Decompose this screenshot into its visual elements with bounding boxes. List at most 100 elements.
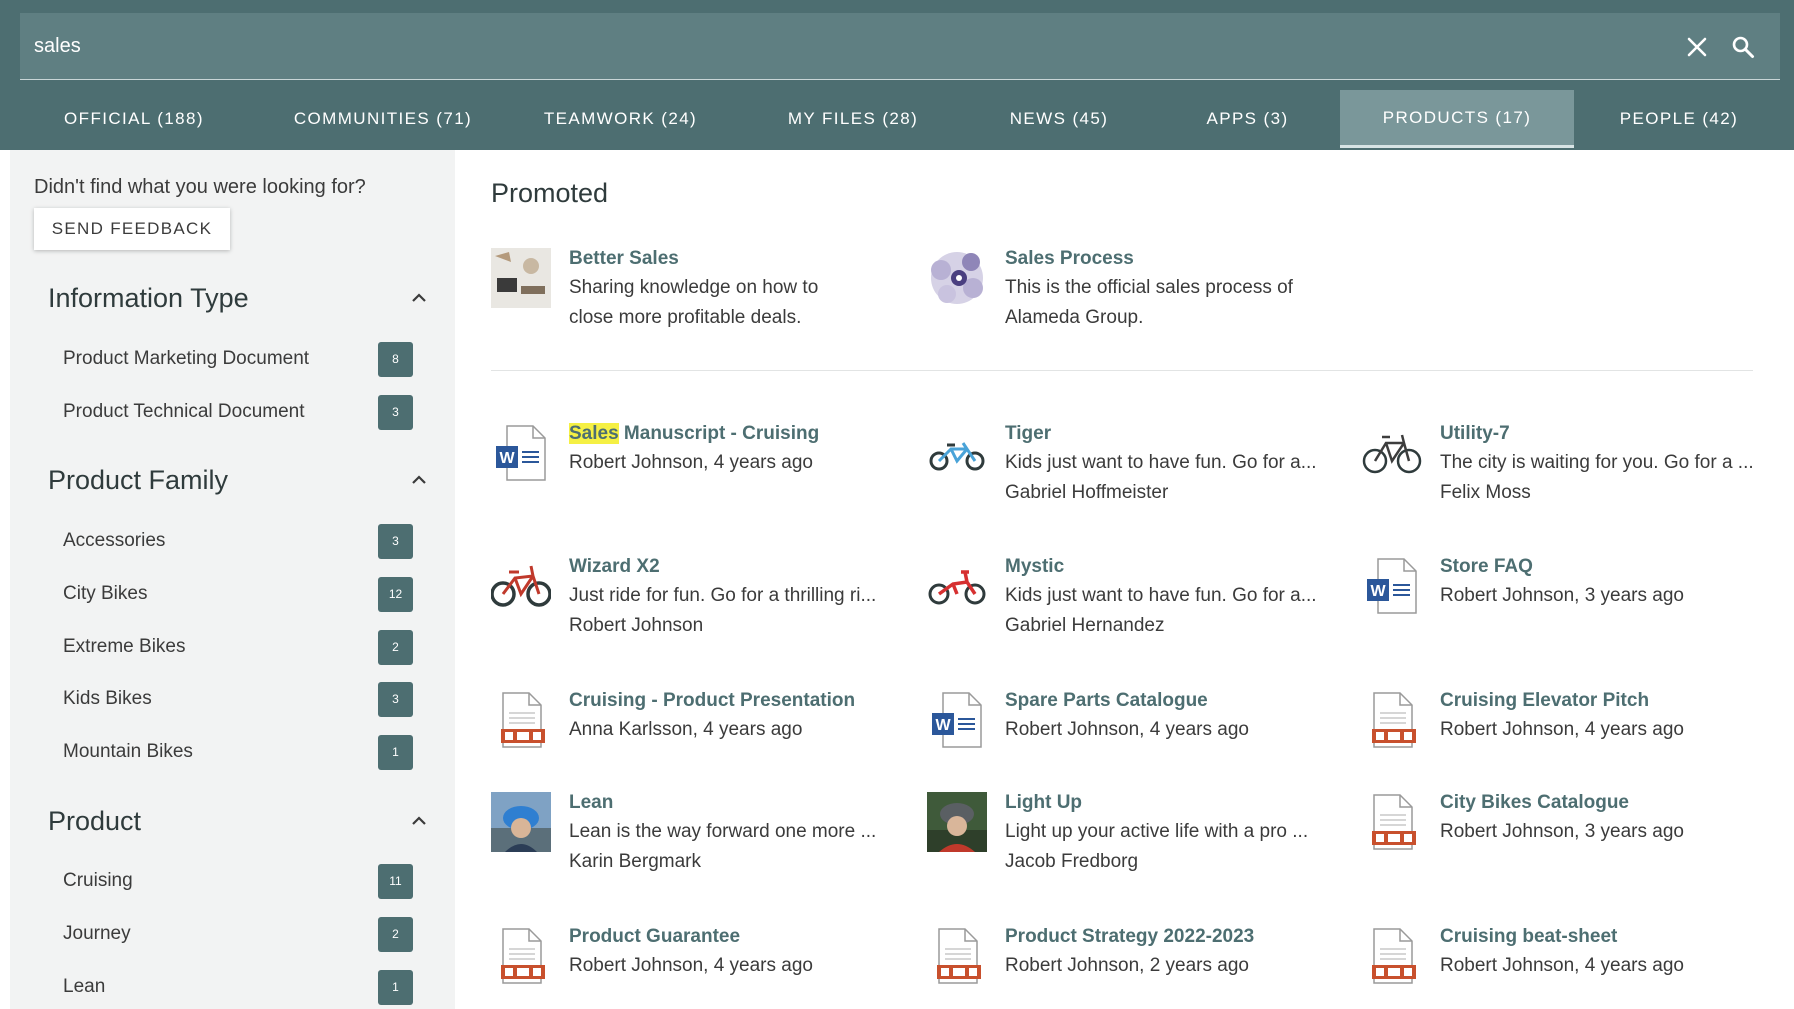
- svg-text:W: W: [499, 450, 515, 467]
- facet-header-product[interactable]: Product: [48, 801, 428, 841]
- result-description: close more profitable deals.: [569, 307, 802, 328]
- word-document-icon: W: [1362, 556, 1422, 616]
- result-description: This is the official sales process of: [1005, 277, 1293, 298]
- result-item[interactable]: Tiger Kids just want to have fun. Go for…: [927, 423, 1337, 513]
- facet-header-product-family[interactable]: Product Family: [48, 460, 428, 500]
- facet-item-mountain-bikes[interactable]: Mountain Bikes 1: [63, 733, 413, 771]
- count-badge: 12: [378, 576, 413, 612]
- promoted-result[interactable]: Better Sales Sharing knowledge on how to…: [491, 248, 901, 338]
- result-title[interactable]: Product Guarantee: [569, 926, 740, 948]
- result-title[interactable]: Cruising - Product Presentation: [569, 690, 855, 712]
- word-document-icon: W: [927, 690, 987, 750]
- chevron-up-icon: [410, 812, 428, 830]
- count-badge: 2: [378, 629, 413, 665]
- presentation-document-icon: [491, 690, 551, 750]
- result-item[interactable]: Cruising - Product Presentation Anna Kar…: [491, 690, 901, 780]
- result-item[interactable]: Wizard X2 Just ride for fun. Go for a th…: [491, 556, 901, 646]
- result-title[interactable]: Utility-7: [1440, 423, 1510, 445]
- facet-item-cruising[interactable]: Cruising 11: [63, 862, 413, 900]
- facet-item-kids-bikes[interactable]: Kids Bikes 3: [63, 680, 413, 718]
- facet-item-label: Lean: [63, 976, 106, 997]
- facet-item-label: City Bikes: [63, 583, 148, 604]
- result-title[interactable]: Mystic: [1005, 556, 1064, 578]
- result-title[interactable]: Product Strategy 2022-2023: [1005, 926, 1254, 948]
- clear-search-button[interactable]: [1682, 30, 1712, 64]
- result-item[interactable]: Product Guarantee Robert Johnson, 4 year…: [491, 926, 901, 1009]
- facet-item-label: Kids Bikes: [63, 688, 152, 709]
- tab-people[interactable]: PEOPLE (42): [1574, 90, 1784, 148]
- promoted-heading: Promoted: [491, 178, 609, 208]
- tab-apps[interactable]: APPS (3): [1155, 90, 1340, 148]
- result-description: Light up your active life with a pro ...: [1005, 821, 1309, 842]
- result-item[interactable]: Cruising Elevator Pitch Robert Johnson, …: [1362, 690, 1772, 780]
- search-bar: [20, 13, 1780, 80]
- result-title[interactable]: Cruising Elevator Pitch: [1440, 690, 1649, 712]
- count-badge: 1: [378, 734, 413, 770]
- result-item[interactable]: Cruising beat-sheet Robert Johnson, 4 ye…: [1362, 926, 1772, 1009]
- result-meta: Robert Johnson, 3 years ago: [1440, 585, 1684, 606]
- send-feedback-button[interactable]: SEND FEEDBACK: [34, 208, 230, 250]
- facet-item-extreme-bikes[interactable]: Extreme Bikes 2: [63, 628, 413, 666]
- result-description: Sharing knowledge on how to: [569, 277, 819, 298]
- result-title[interactable]: Light Up: [1005, 792, 1082, 814]
- svg-text:W: W: [935, 717, 951, 734]
- result-meta: Robert Johnson, 2 years ago: [1005, 955, 1249, 976]
- facet-item-product-marketing-document[interactable]: Product Marketing Document 8: [63, 340, 413, 378]
- result-title[interactable]: Tiger: [1005, 423, 1051, 445]
- result-description: Kids just want to have fun. Go for a...: [1005, 585, 1317, 606]
- tab-news[interactable]: NEWS (45): [963, 90, 1155, 148]
- result-item[interactable]: W Spare Parts Catalogue Robert Johnson, …: [927, 690, 1337, 780]
- facet-item-label: Journey: [63, 923, 131, 944]
- presentation-document-icon: [1362, 792, 1422, 852]
- result-item[interactable]: W Store FAQ Robert Johnson, 3 years ago: [1362, 556, 1772, 646]
- search-input[interactable]: [34, 13, 1634, 80]
- result-description: Alameda Group.: [1005, 307, 1144, 328]
- facet-item-label: Extreme Bikes: [63, 636, 186, 657]
- result-title[interactable]: Lean: [569, 792, 613, 814]
- tab-official[interactable]: OFFICIAL (188): [0, 90, 268, 148]
- facet-item-label: Product Technical Document: [63, 401, 305, 422]
- result-title[interactable]: Sales Manuscript - Cruising: [569, 423, 819, 445]
- result-meta: Robert Johnson, 4 years ago: [1440, 719, 1684, 740]
- facet-header-information-type[interactable]: Information Type: [48, 278, 428, 318]
- result-title-text: Manuscript - Cruising: [618, 423, 820, 444]
- result-title[interactable]: Sales Process: [1005, 248, 1134, 270]
- result-meta: Robert Johnson, 3 years ago: [1440, 821, 1684, 842]
- promoted-result[interactable]: Sales Process This is the official sales…: [927, 248, 1337, 338]
- tab-communities[interactable]: COMMUNITIES (71): [268, 90, 498, 148]
- facet-item-lean[interactable]: Lean 1: [63, 968, 413, 1006]
- facet-item-city-bikes[interactable]: City Bikes 12: [63, 575, 413, 613]
- result-description: Kids just want to have fun. Go for a...: [1005, 452, 1317, 473]
- result-item[interactable]: Utility-7 The city is waiting for you. G…: [1362, 423, 1772, 513]
- result-item[interactable]: Product Strategy 2022-2023 Robert Johnso…: [927, 926, 1337, 1009]
- result-author: Gabriel Hoffmeister: [1005, 482, 1169, 503]
- filter-sidebar: Didn't find what you were looking for? S…: [10, 150, 455, 1009]
- result-title[interactable]: Better Sales: [569, 248, 679, 270]
- result-title[interactable]: Store FAQ: [1440, 556, 1533, 578]
- facet-item-accessories[interactable]: Accessories 3: [63, 522, 413, 560]
- result-title[interactable]: City Bikes Catalogue: [1440, 792, 1629, 814]
- result-item[interactable]: W Sales Manuscript - Cruising Robert Joh…: [491, 423, 901, 513]
- chevron-up-icon: [410, 289, 428, 307]
- facet-title: Product Family: [48, 464, 229, 495]
- result-meta: Anna Karlsson, 4 years ago: [569, 719, 803, 740]
- tab-my-files[interactable]: MY FILES (28): [743, 90, 963, 148]
- close-icon: [1687, 37, 1707, 57]
- facet-item-label: Cruising: [63, 870, 133, 891]
- facet-item-product-technical-document[interactable]: Product Technical Document 3: [63, 393, 413, 431]
- result-title[interactable]: Cruising beat-sheet: [1440, 926, 1617, 948]
- presentation-document-icon: [927, 926, 987, 986]
- result-item[interactable]: Light Up Light up your active life with …: [927, 792, 1337, 882]
- facet-item-journey[interactable]: Journey 2: [63, 915, 413, 953]
- result-author: Robert Johnson: [569, 615, 704, 636]
- tab-products[interactable]: PRODUCTS (17): [1340, 90, 1574, 148]
- result-item[interactable]: City Bikes Catalogue Robert Johnson, 3 y…: [1362, 792, 1772, 882]
- result-item[interactable]: Mystic Kids just want to have fun. Go fo…: [927, 556, 1337, 646]
- result-title[interactable]: Spare Parts Catalogue: [1005, 690, 1208, 712]
- result-item[interactable]: Lean Lean is the way forward one more ..…: [491, 792, 901, 882]
- chevron-up-icon: [410, 471, 428, 489]
- photo-desk-thumbnail: [491, 248, 551, 308]
- tab-teamwork[interactable]: TEAMWORK (24): [498, 90, 743, 148]
- search-button[interactable]: [1726, 30, 1760, 64]
- result-title[interactable]: Wizard X2: [569, 556, 660, 578]
